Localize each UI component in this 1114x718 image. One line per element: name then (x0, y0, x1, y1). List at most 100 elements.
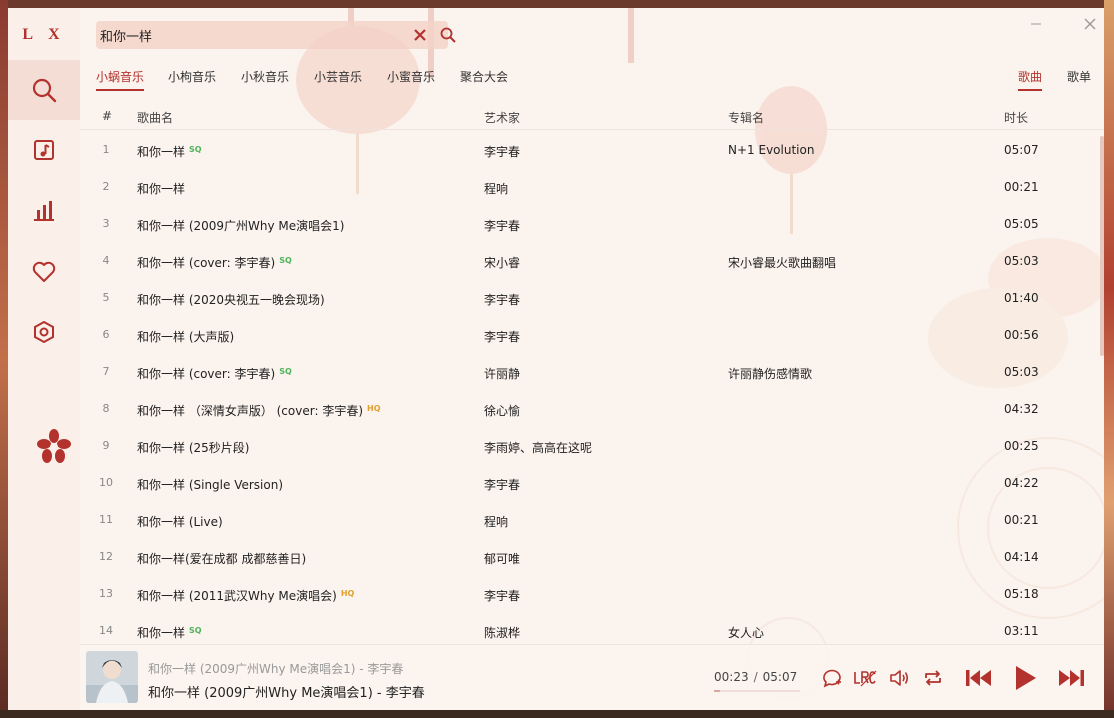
tab-source-0[interactable]: 小蜗音乐 (96, 68, 145, 91)
tab-source-4[interactable]: 小蜜音乐 (387, 68, 435, 89)
song-duration: 05:03 (1004, 254, 1039, 268)
volume-icon (890, 670, 909, 686)
song-artist[interactable]: 李宇春 (484, 587, 520, 604)
song-album[interactable]: 宋小睿最火歌曲翻唱 (728, 254, 836, 271)
scrollbar[interactable] (1100, 131, 1104, 643)
repeat-mode-button[interactable] (918, 663, 948, 693)
song-name: 和你一样 (cover: 李宇春) SQ (137, 365, 292, 382)
song-album[interactable]: 女人心 (728, 624, 764, 641)
song-title: 和你一样 (Live) (137, 515, 223, 529)
column-header-num: # (102, 109, 113, 123)
table-row[interactable]: 4 和你一样 (cover: 李宇春) SQ 宋小睿 宋小睿最火歌曲翻唱 05:03 (80, 242, 1100, 279)
row-number: 10 (99, 476, 113, 489)
sidebar-item-favorites[interactable] (8, 244, 80, 300)
song-artist[interactable]: 李宇春 (484, 291, 520, 308)
clear-search-button[interactable] (410, 25, 430, 45)
row-number: 3 (102, 217, 110, 230)
table-row[interactable]: 11 和你一样 (Live) 程响 00:21 (80, 501, 1100, 538)
search-icon (440, 27, 456, 43)
quality-badge: SQ (279, 256, 292, 265)
next-icon (1059, 670, 1084, 686)
song-artist[interactable]: 李宇春 (484, 328, 520, 345)
play-icon (1016, 666, 1036, 690)
song-artist[interactable]: 徐心愉 (484, 402, 520, 419)
song-list: 1 和你一样 SQ 李宇春 N+1 Evolution 05:07 2 和你一样 程响 00:21… (80, 131, 1100, 643)
song-artist[interactable]: 郁可唯 (484, 550, 520, 567)
table-row[interactable]: 7 和你一样 (cover: 李宇春) SQ 许丽静 许丽静伤感情歌 05:03 (80, 353, 1100, 390)
next-track-button[interactable] (1054, 663, 1088, 693)
column-header-name: 歌曲名 (137, 111, 174, 125)
table-row[interactable]: 12 和你一样(爱在成都 成都慈善日) 郁可唯 04:14 (80, 538, 1100, 575)
table-row[interactable]: 9 和你一样 (25秒片段) 李雨婷、高高在这呢 00:25 (80, 427, 1100, 464)
song-title: 和你一样 (cover: 李宇春) (137, 367, 276, 381)
table-row[interactable]: 6 和你一样 (大声版) 李宇春 00:56 (80, 316, 1100, 353)
progress-bar[interactable] (714, 690, 800, 692)
previous-track-button[interactable] (962, 663, 996, 693)
heart-icon (32, 261, 56, 282)
album-cover-image (86, 651, 138, 703)
tab-source-2[interactable]: 小秋音乐 (241, 68, 289, 89)
song-artist[interactable]: 李宇春 (484, 217, 520, 234)
song-title: 和你一样 (2020央视五一晚会现场) (137, 293, 325, 307)
lyrics-button[interactable] (850, 663, 880, 693)
sidebar-item-search[interactable] (8, 60, 80, 120)
song-name: 和你一样 (137, 180, 185, 197)
song-album[interactable]: 许丽静伤感情歌 (728, 365, 812, 382)
song-artist[interactable]: 程响 (484, 513, 508, 530)
table-row[interactable]: 14 和你一样 SQ 陈淑桦 女人心 03:11 (80, 612, 1100, 643)
song-name: 和你一样 (cover: 李宇春) SQ (137, 254, 292, 271)
song-artist[interactable]: 许丽静 (484, 365, 520, 382)
song-name: 和你一样 (Single Version) (137, 476, 283, 493)
sidebar: L X (8, 8, 80, 710)
play-button[interactable] (1008, 663, 1040, 693)
minimize-button[interactable] (1028, 16, 1044, 32)
search-submit-button[interactable] (438, 25, 458, 45)
settings-icon (34, 320, 54, 344)
sidebar-item-settings[interactable] (8, 304, 80, 360)
tab-type-playlists[interactable]: 歌单 (1067, 68, 1091, 89)
table-row[interactable]: 2 和你一样 程响 00:21 (80, 168, 1100, 205)
quality-badge: SQ (189, 145, 202, 154)
tab-source-5[interactable]: 聚合大会 (460, 68, 508, 89)
song-artist[interactable]: 陈淑桦 (484, 624, 520, 641)
comment-button[interactable] (817, 663, 847, 693)
column-header-album: 专辑名 (728, 111, 765, 125)
table-row[interactable]: 3 和你一样 (2009广州Why Me演唱会1) 李宇春 05:05 (80, 205, 1100, 242)
table-header: # 歌曲名 艺术家 专辑名 时长 (80, 100, 1104, 130)
song-album[interactable]: N+1 Evolution (728, 143, 814, 157)
volume-button[interactable] (884, 663, 914, 693)
table-row[interactable]: 8 和你一样 （深情女声版） (cover: 李宇春) HQ 徐心愉 04:32 (80, 390, 1100, 427)
song-name: 和你一样 (大声版) (137, 328, 234, 345)
tab-type-songs[interactable]: 歌曲 (1018, 68, 1043, 91)
song-title: 和你一样 (Single Version) (137, 478, 284, 492)
row-number: 6 (102, 328, 110, 341)
app-logo: L X (22, 26, 66, 43)
desktop-edge-left (0, 0, 8, 718)
song-artist[interactable]: 宋小睿 (484, 254, 520, 271)
minimize-icon (1031, 23, 1041, 25)
song-title: 和你一样 （深情女声版） (cover: 李宇春) (137, 404, 363, 418)
column-header-artist: 艺术家 (484, 111, 521, 125)
close-window-button[interactable] (1082, 16, 1098, 32)
scrollbar-thumb[interactable] (1100, 136, 1104, 356)
song-name: 和你一样 (Live) (137, 513, 223, 530)
search-input[interactable] (96, 21, 392, 49)
table-row[interactable]: 13 和你一样 (2011武汉Why Me演唱会) HQ 李宇春 05:18 (80, 575, 1100, 612)
search-bar (96, 21, 456, 49)
sidebar-item-playlist[interactable] (8, 122, 80, 178)
song-artist[interactable]: 李宇春 (484, 143, 520, 160)
table-row[interactable]: 1 和你一样 SQ 李宇春 N+1 Evolution 05:07 (80, 131, 1100, 168)
song-artist[interactable]: 程响 (484, 180, 508, 197)
song-artist[interactable]: 李宇春 (484, 476, 520, 493)
song-title: 和你一样 (2009广州Why Me演唱会1) (137, 219, 345, 233)
close-icon (414, 29, 426, 41)
table-row[interactable]: 5 和你一样 (2020央视五一晚会现场) 李宇春 01:40 (80, 279, 1100, 316)
song-title: 和你一样(爱在成都 成都慈善日) (137, 552, 307, 566)
tab-source-3[interactable]: 小芸音乐 (314, 68, 362, 89)
tab-source-1[interactable]: 小枸音乐 (168, 68, 216, 89)
sidebar-item-leaderboard[interactable] (8, 182, 80, 238)
table-row[interactable]: 10 和你一样 (Single Version) 李宇春 04:22 (80, 464, 1100, 501)
song-artist[interactable]: 李雨婷、高高在这呢 (484, 439, 592, 456)
album-cover[interactable] (86, 651, 138, 703)
chart-icon (34, 201, 54, 221)
